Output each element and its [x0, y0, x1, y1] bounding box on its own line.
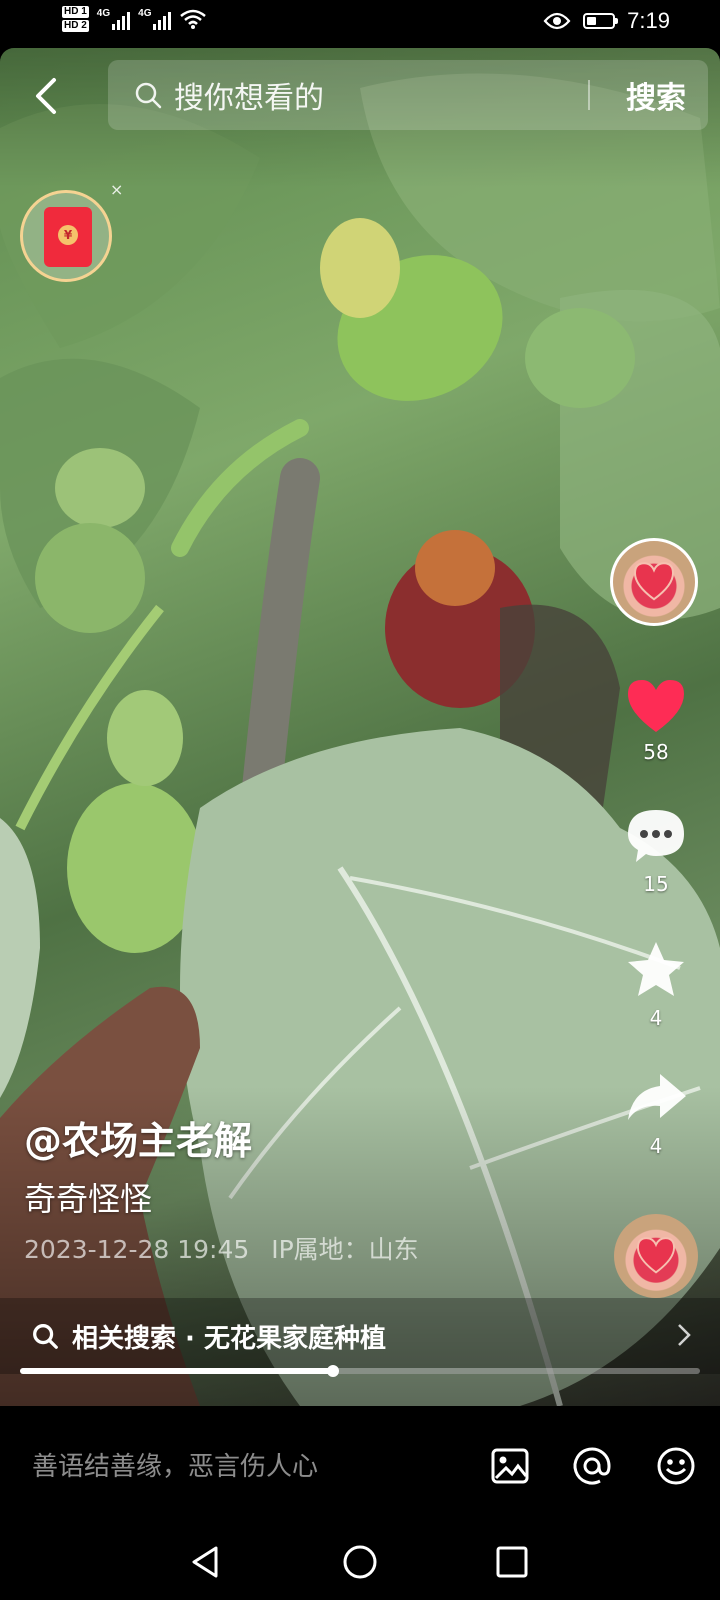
search-icon	[135, 82, 162, 109]
image-icon[interactable]	[488, 1444, 532, 1488]
search-bar[interactable]: 搜你想看的 搜索	[108, 60, 708, 130]
eye-comfort-icon	[543, 12, 571, 30]
related-search-bar[interactable]: 相关搜索 · 无花果家庭种植	[0, 1298, 720, 1374]
favorite-button[interactable]: 4	[620, 938, 692, 1030]
nav-recents-icon[interactable]	[492, 1542, 532, 1582]
search-divider	[588, 80, 590, 110]
red-packet-close-button[interactable]: ×	[110, 180, 123, 199]
clock: 7:19	[627, 8, 670, 33]
mention-at-icon[interactable]	[570, 1444, 614, 1488]
hd-indicators: HD 1 HD 2	[62, 6, 89, 32]
chevron-right-icon	[678, 1324, 691, 1346]
hd2-indicator: HD 2	[62, 20, 89, 32]
star-icon	[628, 942, 684, 996]
share-arrow-icon	[628, 1074, 686, 1120]
search-button[interactable]: 搜索	[626, 73, 686, 117]
author-avatar[interactable]	[610, 538, 698, 626]
heart-icon	[628, 680, 684, 732]
emoji-icon[interactable]	[654, 1444, 698, 1488]
video-player[interactable]: 搜你想看的 搜索 ¥ × 58 15 4 4 @农场主老解 奇奇怪怪 2023-…	[0, 48, 720, 1406]
like-count: 58	[643, 740, 669, 764]
share-count: 4	[649, 1134, 663, 1158]
comment-button[interactable]: 15	[620, 806, 692, 896]
status-left: HD 1 HD 2 4G 4G	[62, 6, 207, 32]
status-bar: HD 1 HD 2 4G 4G 7:19	[0, 0, 720, 48]
post-caption: 奇奇怪怪	[24, 1180, 153, 1218]
heart-slice-icon	[633, 562, 675, 601]
author-name[interactable]: @农场主老解	[24, 1110, 252, 1165]
video-progress-bar[interactable]	[20, 1365, 700, 1377]
progress-handle[interactable]	[326, 1365, 339, 1377]
related-search-label: 相关搜索 · 无花果家庭种植	[72, 1323, 386, 1354]
battery-fill	[587, 17, 596, 25]
music-disc-heart-icon	[636, 1237, 676, 1274]
search-input[interactable]: 搜你想看的	[174, 73, 324, 117]
back-button[interactable]	[30, 72, 70, 120]
nav-back-icon[interactable]	[186, 1542, 226, 1582]
post-location: IP属地：山东	[271, 1235, 419, 1264]
progress-fill	[20, 1368, 333, 1374]
signal-2-label: 4G	[138, 8, 152, 19]
nav-home-icon[interactable]	[340, 1542, 380, 1582]
battery-icon	[583, 13, 619, 29]
red-packet-icon: ¥	[44, 207, 92, 267]
share-button[interactable]: 4	[620, 1068, 692, 1158]
signal-1-label: 4G	[96, 8, 111, 19]
signal-2-icon: 4G	[138, 8, 172, 30]
favorite-count: 4	[649, 1006, 663, 1030]
like-button[interactable]: 58	[620, 676, 692, 764]
status-right: 7:19	[543, 8, 670, 34]
post-datetime: 2023-12-28 19:45	[24, 1235, 250, 1264]
music-disc[interactable]	[614, 1214, 698, 1298]
comment-bar: 善语结善缘，恶言伤人心	[0, 1406, 720, 1526]
hd1-indicator: HD 1	[62, 6, 89, 18]
system-nav-bar	[0, 1526, 720, 1600]
wifi-icon	[180, 9, 207, 29]
comment-count: 15	[643, 872, 669, 896]
signal-1-icon: 4G	[96, 8, 131, 30]
chevron-left-icon	[36, 78, 56, 114]
red-packet-coin: ¥	[58, 225, 78, 245]
red-packet-button[interactable]: ¥	[20, 190, 112, 282]
search-icon	[33, 1324, 58, 1349]
post-meta: 2023-12-28 19:45 IP属地：山东	[24, 1230, 419, 1266]
comment-input[interactable]: 善语结善缘，恶言伤人心	[32, 1446, 318, 1483]
comment-bubble-icon	[628, 810, 684, 862]
